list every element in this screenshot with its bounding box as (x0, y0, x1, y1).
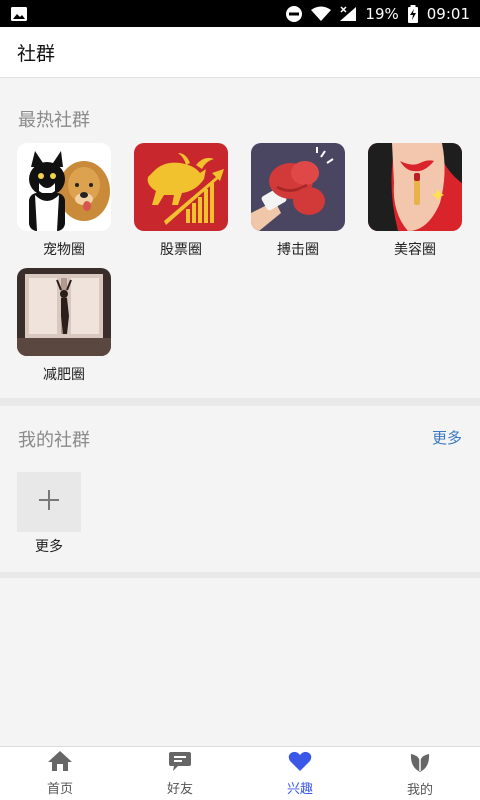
community-item-pets[interactable]: 宠物圈 (16, 143, 112, 259)
section-divider (0, 572, 480, 578)
home-icon (47, 750, 73, 776)
bottom-nav: 首页 好友 兴趣 我的 (0, 746, 480, 800)
community-item-weight-loss[interactable]: 减肥圈 (16, 268, 112, 384)
community-item-beauty[interactable]: 美容圈 (367, 143, 463, 259)
community-item-boxing[interactable]: 搏击圈 (250, 143, 346, 259)
section-title-mine: 我的社群 (18, 430, 90, 451)
community-label: 美容圈 (394, 242, 436, 258)
battery-level: 19% (365, 4, 399, 23)
nav-item-mine[interactable]: 我的 (360, 747, 480, 800)
wifi-icon (311, 6, 332, 22)
lipstick-image (368, 143, 462, 231)
status-bar: 19% 09:01 (0, 0, 480, 27)
clock: 09:01 (426, 4, 470, 23)
nav-label: 好友 (166, 782, 193, 797)
nav-item-home[interactable]: 首页 (0, 747, 120, 800)
fitness-silhouette-image (17, 268, 111, 356)
nav-item-interest[interactable]: 兴趣 (240, 747, 360, 800)
plus-icon (38, 489, 60, 515)
more-communities-link[interactable]: 更多 (432, 427, 462, 448)
nav-label: 兴趣 (286, 782, 313, 797)
community-label: 股票圈 (160, 242, 202, 258)
community-label: 宠物圈 (43, 242, 85, 258)
app-bar: 社群 (0, 27, 480, 78)
add-community-button[interactable] (17, 472, 81, 532)
bull-chart-image (134, 143, 228, 231)
nav-label: 我的 (406, 783, 433, 798)
boxing-glove-image (251, 143, 345, 231)
my-communities-section: 我的社群 更多 更多 (0, 406, 480, 572)
community-label: 搏击圈 (277, 242, 319, 258)
section-divider (0, 398, 480, 406)
community-item-stocks[interactable]: 股票圈 (133, 143, 229, 259)
hot-communities-section: 最热社群 宠物圈 股票圈 搏击圈 美容圈 减肥圈 (0, 88, 480, 398)
nav-label: 首页 (46, 782, 73, 797)
pets-image (17, 143, 111, 231)
battery-icon (407, 4, 419, 23)
do-not-disturb-icon (285, 5, 303, 23)
community-label: 减肥圈 (43, 367, 85, 383)
leaf-icon (408, 749, 432, 777)
page-title: 社群 (17, 42, 56, 65)
gallery-notification-icon (10, 6, 28, 22)
add-community-label: 更多 (35, 539, 63, 555)
signal-icon (339, 5, 357, 22)
heart-icon (288, 750, 312, 776)
section-title-hot: 最热社群 (18, 110, 90, 131)
chat-icon (168, 750, 192, 776)
nav-item-friends[interactable]: 好友 (120, 747, 240, 800)
